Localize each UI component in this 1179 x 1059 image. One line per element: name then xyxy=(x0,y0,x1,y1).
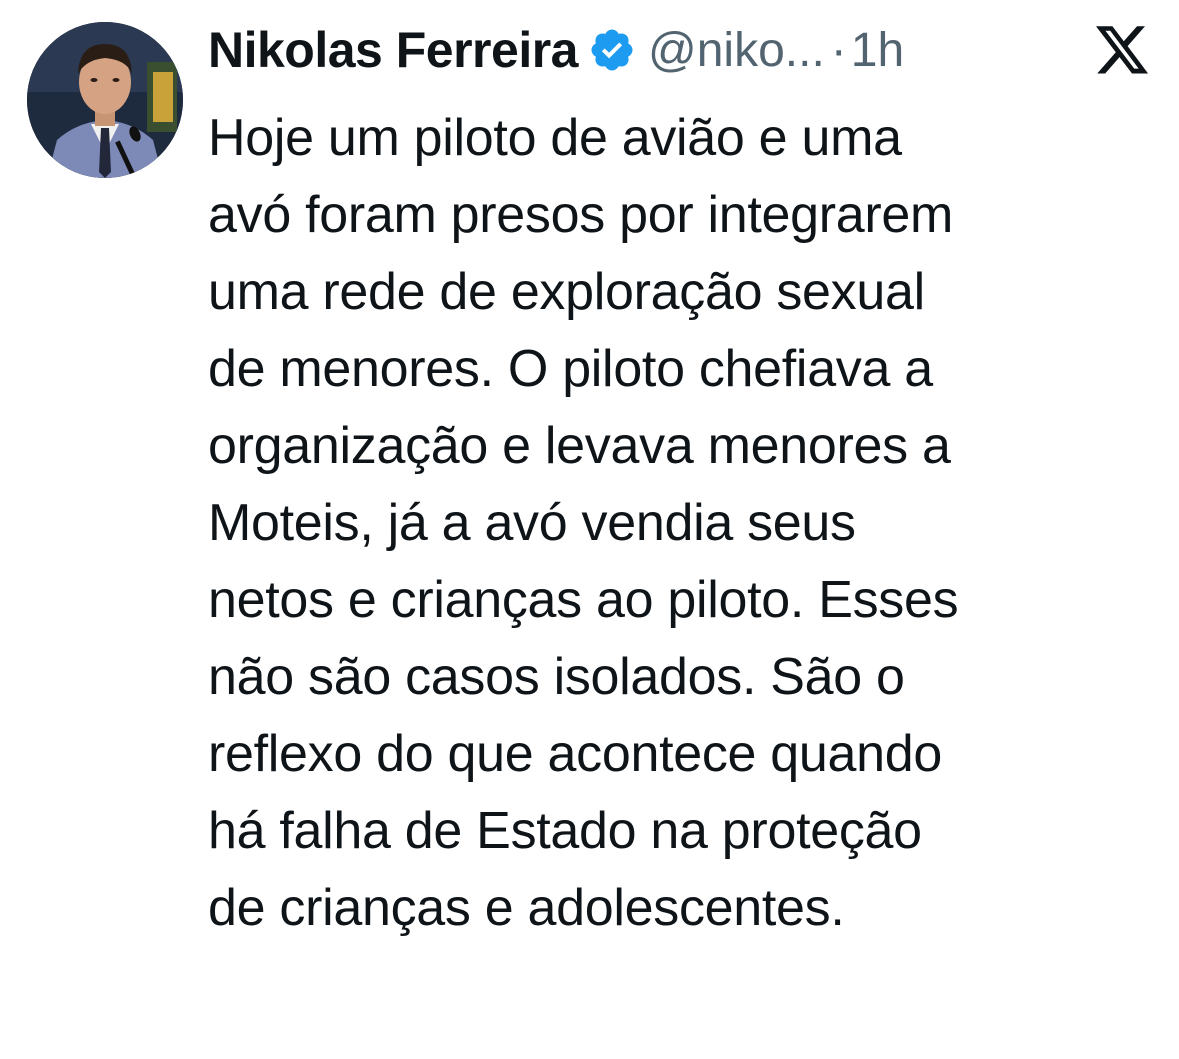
tweet-text-line: de crianças e adolescentes. xyxy=(208,879,845,937)
author-display-name[interactable]: Nikolas Ferreira xyxy=(208,21,578,79)
tweet-text-line: há falha de Estado na proteção xyxy=(208,802,922,860)
tweet-text-line: avó foram presos por integrarem xyxy=(208,186,954,244)
verified-badge-icon[interactable] xyxy=(588,26,636,74)
tweet-text-line: uma rede de exploração sexual xyxy=(208,263,925,321)
profile-photo-icon xyxy=(27,22,183,178)
author-avatar[interactable] xyxy=(27,22,183,178)
x-logo-icon[interactable] xyxy=(1096,26,1150,76)
separator-dot: · xyxy=(830,23,847,77)
author-handle[interactable]: @niko... xyxy=(648,23,825,78)
tweet-text-line: Hoje um piloto de avião e uma xyxy=(208,109,902,167)
tweet-text-line: netos e crianças ao piloto. Esses xyxy=(208,571,959,629)
tweet-text-line: Moteis, já a avó vendia seus xyxy=(208,494,856,552)
tweet-text-line: não são casos isolados. São o xyxy=(208,648,905,706)
tweet-header: Nikolas Ferreira @niko... · 1h xyxy=(208,18,1153,82)
tweet-text: Hoje um piloto de avião e uma avó foram … xyxy=(208,100,1158,947)
tweet-text-line: organização e levava menores a xyxy=(208,417,951,475)
tweet-text-line: reflexo do que acontece quando xyxy=(208,725,943,783)
tweet-timestamp[interactable]: 1h xyxy=(851,23,904,78)
tweet-text-line: de menores. O piloto chefiava a xyxy=(208,340,933,398)
tweet-card[interactable]: Nikolas Ferreira @niko... · 1h Hoje um p… xyxy=(0,0,1179,1059)
